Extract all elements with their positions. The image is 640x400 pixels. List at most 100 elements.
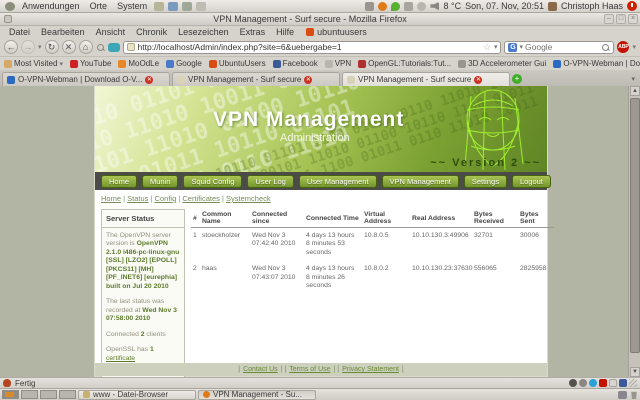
nav-home-button[interactable]: Home [101, 174, 138, 188]
menu-extras[interactable]: Extras [235, 27, 271, 37]
nav-user-management-button[interactable]: User Management [298, 174, 377, 188]
list-all-tabs-icon[interactable]: ▾ [631, 75, 638, 86]
url-input[interactable] [137, 42, 480, 52]
bookmark-moodle[interactable]: MoOdLe [118, 59, 159, 68]
menu-anwendungen[interactable]: Anwendungen [17, 1, 85, 11]
menu-bearbeiten[interactable]: Bearbeiten [36, 27, 90, 37]
breadcrumb-status[interactable]: Status [127, 194, 148, 203]
back-button[interactable]: ← [4, 40, 18, 54]
breadcrumb-config[interactable]: Config [155, 194, 177, 203]
menu-datei[interactable]: Datei [4, 27, 35, 37]
menu-orte[interactable]: Orte [85, 1, 113, 11]
menu-chronik[interactable]: Chronik [131, 27, 172, 37]
bookmark-3d-accelerometer[interactable]: 3D Accelerometer Gui [458, 59, 546, 68]
certificate-link[interactable]: certificate [106, 355, 135, 362]
window-selector-icon[interactable] [618, 390, 627, 399]
launcher-browser-icon[interactable] [168, 1, 179, 11]
breadcrumb-systemcheck[interactable]: Systemcheck [226, 194, 271, 203]
stop-button[interactable]: ✕ [61, 40, 76, 54]
bookmark-star-icon[interactable]: ☆ [483, 42, 491, 53]
blue-addon-icon[interactable] [107, 42, 120, 52]
skype-status-icon[interactable] [589, 379, 597, 387]
scroll-down-icon[interactable]: ▼ [630, 367, 640, 377]
volume-tray-icon[interactable] [430, 1, 440, 11]
nav-munin-button[interactable]: Munin [142, 174, 179, 188]
nav-vpn-management-button[interactable]: VPN Management [381, 174, 459, 188]
url-dropdown-icon[interactable]: ▾ [494, 43, 498, 51]
menu-hilfe[interactable]: Hilfe [271, 27, 299, 37]
tab-close-icon[interactable]: ✕ [304, 75, 313, 84]
tab-vpn-management-2[interactable]: VPN Management - Surf secure ✕ [342, 72, 510, 86]
bookmark-ovpn-webman[interactable]: O-VPN-Webman | Do... [553, 59, 640, 68]
update-tray-icon[interactable] [378, 1, 388, 11]
tab-close-icon[interactable]: ✕ [145, 75, 154, 84]
bookmark-ubuntuusers[interactable]: UbuntuUsers [208, 59, 266, 68]
url-bar[interactable]: ☆ ▾ [122, 40, 502, 54]
menu-ansicht[interactable]: Ansicht [91, 27, 131, 37]
reload-button[interactable]: ↻ [44, 40, 59, 54]
search-engine-dropdown-icon[interactable]: ▾ [519, 43, 523, 51]
gear-status-icon[interactable] [579, 379, 587, 387]
search-addon-icon[interactable] [96, 43, 105, 52]
workspace-2[interactable] [21, 390, 38, 399]
bookmark-youtube[interactable]: YouTube [69, 59, 111, 68]
maximize-button[interactable]: □ [616, 14, 626, 24]
terms-of-use-link[interactable]: Terms of Use [289, 366, 330, 373]
weather-temp[interactable]: 8 °C [443, 1, 461, 11]
workspace-1[interactable] [2, 390, 19, 399]
search-bar[interactable]: G ▾ [504, 40, 615, 54]
bookmark-facebook[interactable]: Facebook [272, 59, 318, 68]
resize-grip[interactable] [629, 379, 637, 387]
launcher-display-icon[interactable] [196, 1, 207, 11]
adblock-plus-icon[interactable]: ABP [617, 41, 630, 53]
tab-close-icon[interactable]: ✕ [474, 75, 483, 84]
shield-tray-icon[interactable] [365, 1, 375, 11]
nav-logout-button[interactable]: Logout [511, 174, 551, 188]
menu-system[interactable]: System [112, 1, 152, 11]
bookmark-vpn[interactable]: VPN [324, 59, 351, 68]
window-titlebar[interactable]: VPN Management - Surf secure - Mozilla F… [0, 13, 640, 26]
menu-lesezeichen[interactable]: Lesezeichen [173, 27, 234, 37]
page-status-icon[interactable] [609, 379, 617, 387]
tab-ovpn-webman[interactable]: O-VPN-Webman | Download O-V... ✕ [2, 72, 170, 86]
window-menu-icon[interactable] [4, 15, 12, 23]
session-tray-icon[interactable] [417, 1, 427, 11]
taskbar-vpn-management[interactable]: VPN Management - Su... [198, 389, 316, 400]
launcher-users-icon[interactable] [182, 1, 193, 11]
clock[interactable]: Son, 07. Nov, 20:51 [465, 1, 544, 11]
tab-vpn-management-1[interactable]: VPN Management - Surf secure ✕ [172, 72, 340, 86]
new-tab-button[interactable]: + [512, 74, 522, 84]
launcher-help-icon[interactable] [154, 1, 165, 11]
breadcrumb-certificates[interactable]: Certificates [182, 194, 220, 203]
breadcrumb-home[interactable]: Home [101, 194, 121, 203]
bookmark-most-visited[interactable]: Most Visited ▾ [4, 59, 63, 68]
privacy-statement-link[interactable]: Privacy Statement [342, 366, 399, 373]
adblock-dropdown-icon[interactable]: ▾ [632, 43, 636, 51]
search-engine-icon[interactable]: G [508, 42, 518, 52]
trash-icon[interactable] [631, 391, 637, 399]
network-tray-icon[interactable] [404, 1, 414, 11]
scroll-up-icon[interactable]: ▲ [630, 86, 640, 96]
workspace-3[interactable] [40, 390, 57, 399]
globe-status-icon[interactable] [569, 379, 577, 387]
nav-squid-config-button[interactable]: Squid Config [183, 174, 243, 188]
scrollbar-thumb[interactable] [630, 98, 640, 353]
search-input[interactable] [525, 42, 600, 52]
distributor-logo-icon[interactable] [5, 1, 15, 11]
nav-user-log-button[interactable]: User Log [247, 174, 294, 188]
user-name[interactable]: Christoph Haas [561, 1, 623, 11]
contact-us-link[interactable]: Contact Us [243, 366, 278, 373]
forward-button[interactable]: → [21, 40, 35, 54]
facebook-status-icon[interactable] [619, 379, 627, 387]
vertical-scrollbar[interactable]: ▲ ▼ [628, 86, 640, 377]
workspace-4[interactable] [59, 390, 76, 399]
ubuntuusers-menu-item[interactable]: ubuntuusers [300, 27, 367, 37]
nav-settings-button[interactable]: Settings [463, 174, 507, 188]
power-icon[interactable] [627, 1, 637, 11]
abp-status-icon[interactable] [599, 379, 607, 387]
bookmark-google[interactable]: Google [166, 59, 202, 68]
home-button[interactable]: ⌂ [78, 40, 93, 54]
messenger-tray-icon[interactable] [391, 1, 401, 11]
close-button[interactable]: × [628, 14, 638, 24]
statusbar-paw-icon[interactable] [3, 379, 11, 387]
